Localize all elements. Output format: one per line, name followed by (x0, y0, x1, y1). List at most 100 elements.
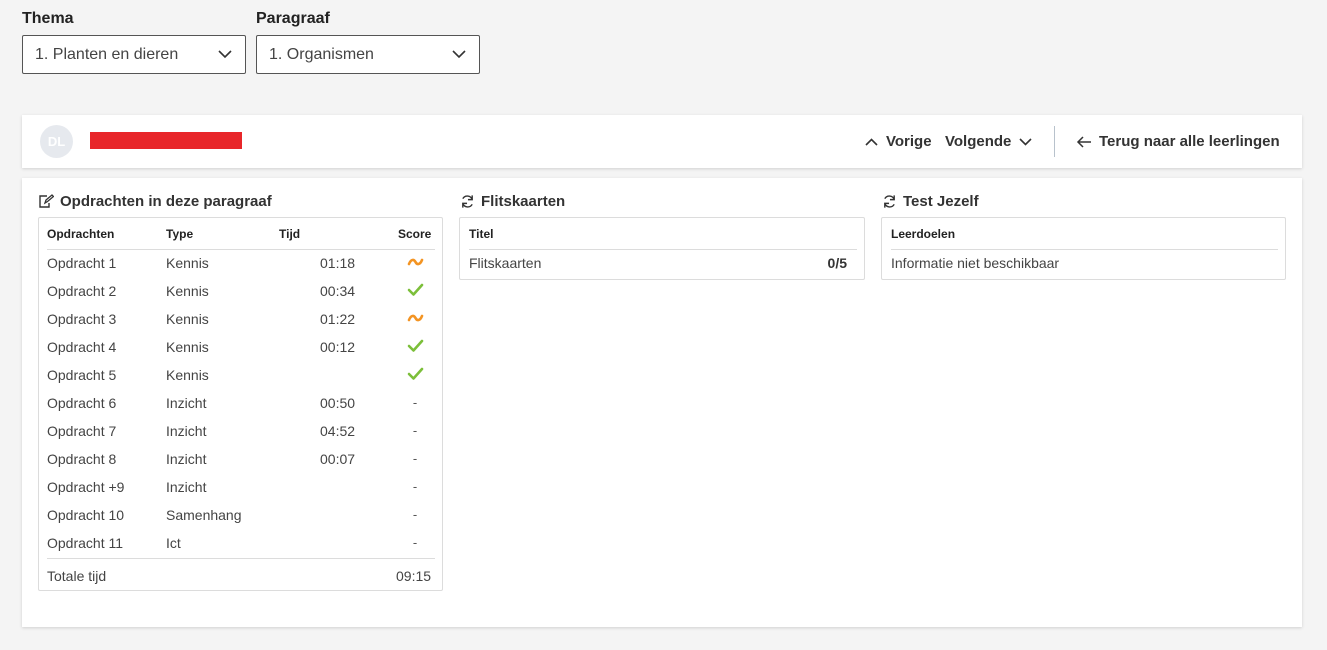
column-header-score: Score (398, 227, 432, 241)
row-type: Ict (166, 535, 181, 551)
score-empty: - (412, 479, 418, 494)
refresh-icon (462, 194, 473, 208)
score-empty: - (412, 507, 418, 522)
row-name: Opdracht 8 (47, 451, 117, 467)
table-row[interactable]: Opdracht 3 Kennis 01:22 (39, 311, 442, 339)
flitskaarten-title: Flitskaarten (481, 192, 566, 210)
row-time: 00:07 (320, 451, 356, 467)
row-type: Samenhang (166, 507, 242, 523)
opdrachten-section-title: Opdrachten in deze paragraaf (38, 191, 272, 211)
row-name: Opdracht 7 (47, 423, 117, 439)
row-name: Opdracht +9 (47, 479, 125, 495)
column-header-titel: Titel (469, 227, 494, 241)
nav-divider (1054, 126, 1055, 157)
row-name: Opdracht 10 (47, 507, 125, 523)
test-jezelf-table: Leerdoelen Informatie niet beschikbaar (881, 217, 1286, 280)
redacted-student-name (90, 132, 242, 149)
row-type: Kennis (166, 367, 209, 383)
table-row[interactable]: Opdracht 2 Kennis 00:34 (39, 283, 442, 311)
row-time: 00:34 (320, 283, 356, 299)
row-name: Opdracht 2 (47, 283, 117, 299)
paragraaf-select[interactable]: 1. Organismen (256, 35, 480, 74)
column-header-opdrachten: Opdrachten (47, 227, 115, 241)
thema-label: Thema (22, 10, 74, 27)
next-label: Volgende (945, 133, 1012, 150)
test-jezelf-section-title: Test Jezelf (882, 191, 979, 211)
previous-button[interactable]: Vorige (864, 115, 932, 168)
opdrachten-table: Opdrachten Type Tijd Score Opdracht 1 Ken… (38, 217, 443, 591)
row-type: Kennis (166, 339, 209, 355)
total-time-value: 09:15 (396, 568, 432, 584)
column-header-leerdoelen: Leerdoelen (891, 227, 956, 241)
flitskaarten-row-value: 0/5 (827, 255, 847, 271)
table-row[interactable]: Opdracht 5 Kennis (39, 367, 442, 395)
row-name: Opdracht 5 (47, 367, 117, 383)
chevron-down-icon (218, 50, 232, 59)
chevron-down-icon (1019, 137, 1032, 146)
row-time: 00:12 (320, 339, 356, 355)
flitskaarten-row-label[interactable]: Flitskaarten (469, 255, 541, 271)
paragraaf-select-value: 1. Organismen (269, 45, 374, 63)
tilde-icon (406, 255, 424, 272)
table-row[interactable]: Opdracht 7 Inzicht 04:52 - (39, 423, 442, 451)
header-divider (47, 249, 435, 250)
paragraaf-filter: Paragraaf 1. Organismen (256, 9, 480, 74)
header-divider (891, 249, 1278, 250)
test-jezelf-row-text: Informatie niet beschikbaar (891, 255, 1060, 271)
footer-divider (47, 558, 435, 559)
back-to-students-button[interactable]: Terug naar alle leerlingen (1076, 115, 1280, 168)
row-name: Opdracht 1 (47, 255, 117, 271)
score-empty: - (412, 535, 418, 550)
student-header: DL Vorige Volgende Terug naar alle leerl… (22, 115, 1302, 168)
table-row[interactable]: Opdracht 4 Kennis 00:12 (39, 339, 442, 367)
row-time: 01:18 (320, 255, 356, 271)
details-card: Opdrachten in deze paragraaf Opdrachten … (22, 178, 1302, 627)
row-type: Inzicht (166, 395, 207, 411)
row-type: Kennis (166, 283, 209, 299)
refresh-icon (884, 194, 895, 208)
previous-label: Vorige (886, 133, 932, 150)
flitskaarten-table: Titel Flitskaarten 0/5 (459, 217, 865, 280)
opdrachten-title: Opdrachten in deze paragraaf (60, 192, 272, 210)
row-type: Kennis (166, 255, 209, 271)
checkmark-icon (406, 283, 424, 300)
table-row[interactable]: Opdracht 1 Kennis 01:18 (39, 255, 442, 283)
edit-document-icon (39, 193, 54, 208)
column-header-type: Type (166, 227, 194, 241)
paragraaf-label: Paragraaf (256, 10, 330, 27)
row-name: Opdracht 3 (47, 311, 117, 327)
flitskaarten-section-title: Flitskaarten (460, 191, 565, 211)
chevron-down-icon (452, 50, 466, 59)
total-time-label: Totale tijd (47, 568, 107, 584)
test-jezelf-title: Test Jezelf (903, 192, 979, 210)
avatar: DL (40, 125, 73, 158)
thema-select[interactable]: 1. Planten en dieren (22, 35, 246, 74)
table-row[interactable]: Opdracht 8 Inzicht 00:07 - (39, 451, 442, 479)
score-empty: - (412, 423, 418, 438)
score-empty: - (412, 451, 418, 466)
table-row[interactable]: Opdracht 6 Inzicht 00:50 - (39, 395, 442, 423)
chevron-up-icon (865, 137, 878, 146)
row-time: 01:22 (320, 311, 356, 327)
score-empty: - (412, 395, 418, 410)
back-label: Terug naar alle leerlingen (1099, 133, 1280, 150)
header-divider (469, 249, 857, 250)
table-row[interactable]: Opdracht +9 Inzicht - (39, 479, 442, 507)
row-name: Opdracht 11 (47, 535, 124, 551)
row-type: Inzicht (166, 479, 207, 495)
checkmark-icon (406, 339, 424, 356)
row-time: 04:52 (320, 423, 356, 439)
thema-select-value: 1. Planten en dieren (35, 45, 179, 63)
row-type: Inzicht (166, 423, 207, 439)
thema-filter: Thema 1. Planten en dieren (22, 9, 246, 74)
arrow-left-icon (1076, 135, 1091, 148)
table-row[interactable]: Opdracht 10 Samenhang - (39, 507, 442, 535)
row-name: Opdracht 4 (47, 339, 117, 355)
column-header-tijd: Tijd (279, 227, 301, 241)
row-time: 00:50 (320, 395, 356, 411)
row-name: Opdracht 6 (47, 395, 117, 411)
row-type: Inzicht (166, 451, 207, 467)
next-button[interactable]: Volgende (945, 115, 1033, 168)
checkmark-icon (406, 367, 424, 384)
row-type: Kennis (166, 311, 209, 327)
